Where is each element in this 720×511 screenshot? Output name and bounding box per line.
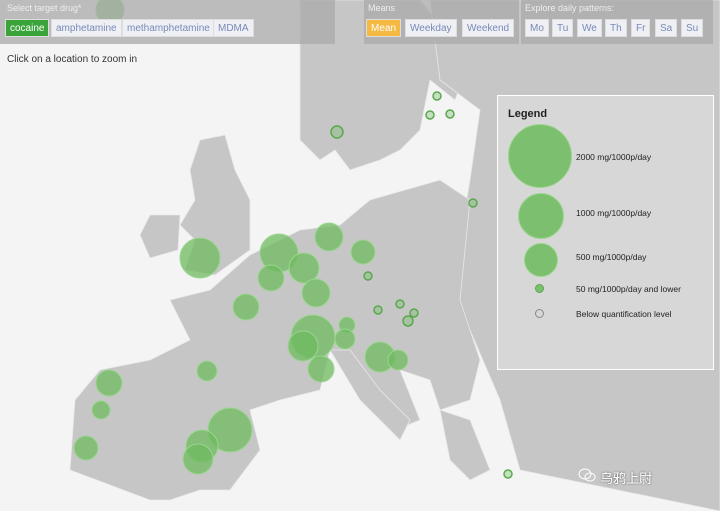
wechat-icon: [578, 468, 596, 482]
legend-circle-below-loq: [535, 309, 544, 318]
legend-label: 50 mg/1000p/day and lower: [576, 284, 681, 294]
site-marker[interactable]: [330, 125, 344, 139]
site-marker[interactable]: [363, 271, 373, 281]
day-mo-button[interactable]: Mo: [525, 19, 549, 37]
means-panel: Means Mean Weekday Weekend: [364, 0, 519, 44]
legend-circle-500: [524, 243, 558, 277]
continent: [69, 179, 481, 501]
site-marker[interactable]: [402, 315, 414, 327]
site-marker[interactable]: [314, 222, 344, 252]
site-marker[interactable]: [182, 443, 214, 475]
site-marker[interactable]: [257, 264, 285, 292]
watermark: 乌鸦上尉: [600, 471, 653, 486]
site-marker[interactable]: [373, 305, 383, 315]
drug-panel: Select target drug* cocaine amphetamine …: [0, 0, 335, 44]
site-marker[interactable]: [409, 308, 419, 318]
site-marker[interactable]: [425, 110, 435, 120]
legend-circle-1000: [518, 193, 564, 239]
site-marker[interactable]: [387, 349, 409, 371]
site-marker[interactable]: [350, 239, 376, 265]
site-marker[interactable]: [91, 400, 111, 420]
site-marker[interactable]: [395, 299, 405, 309]
site-marker[interactable]: [287, 330, 319, 362]
legend-label: Below quantification level: [576, 309, 672, 319]
drug-panel-label: Select target drug*: [7, 3, 82, 13]
legend-label: 500 mg/1000p/day: [576, 252, 647, 262]
legend-label: 2000 mg/1000p/day: [576, 152, 652, 162]
day-sa-button[interactable]: Sa: [655, 19, 678, 37]
ireland: [139, 214, 181, 259]
weekend-button[interactable]: Weekend: [462, 19, 515, 37]
day-th-button[interactable]: Th: [605, 19, 627, 37]
mean-button[interactable]: Mean: [366, 19, 402, 37]
site-marker[interactable]: [232, 293, 260, 321]
drug-methamphetamine-button[interactable]: methamphetamine: [122, 19, 215, 37]
site-marker[interactable]: [288, 252, 320, 284]
legend-circle-50: [535, 284, 544, 293]
drug-amphetamine-button[interactable]: amphetamine: [51, 19, 122, 37]
day-tu-button[interactable]: Tu: [552, 19, 574, 37]
site-marker[interactable]: [468, 198, 478, 208]
site-marker[interactable]: [301, 278, 331, 308]
site-marker[interactable]: [196, 360, 218, 382]
legend: Legend 2000 mg/1000p/day 1000 mg/1000p/d…: [497, 95, 714, 370]
site-marker[interactable]: [179, 237, 221, 279]
daily-panel: Explore daily patterns: Mo Tu We Th Fr S…: [521, 0, 713, 44]
site-marker[interactable]: [334, 328, 356, 350]
greece: [439, 409, 491, 481]
legend-title: Legend: [508, 108, 548, 120]
weekday-button[interactable]: Weekday: [405, 19, 457, 37]
means-panel-label: Means: [368, 3, 396, 13]
day-we-button[interactable]: We: [577, 19, 602, 37]
site-marker[interactable]: [307, 355, 335, 383]
drug-cocaine-button[interactable]: cocaine: [5, 19, 50, 37]
site-marker[interactable]: [73, 435, 99, 461]
day-su-button[interactable]: Su: [681, 19, 704, 37]
legend-circle-2000: [508, 124, 572, 188]
site-marker[interactable]: [503, 469, 513, 479]
site-marker[interactable]: [95, 369, 123, 397]
zoom-hint: Click on a location to zoom in: [7, 54, 138, 65]
drug-mdma-button[interactable]: MDMA: [213, 19, 254, 37]
site-marker[interactable]: [445, 109, 455, 119]
day-fr-button[interactable]: Fr: [631, 19, 651, 37]
legend-label: 1000 mg/1000p/day: [576, 208, 652, 218]
site-marker[interactable]: [432, 91, 442, 101]
daily-panel-label: Explore daily patterns:: [525, 3, 615, 13]
